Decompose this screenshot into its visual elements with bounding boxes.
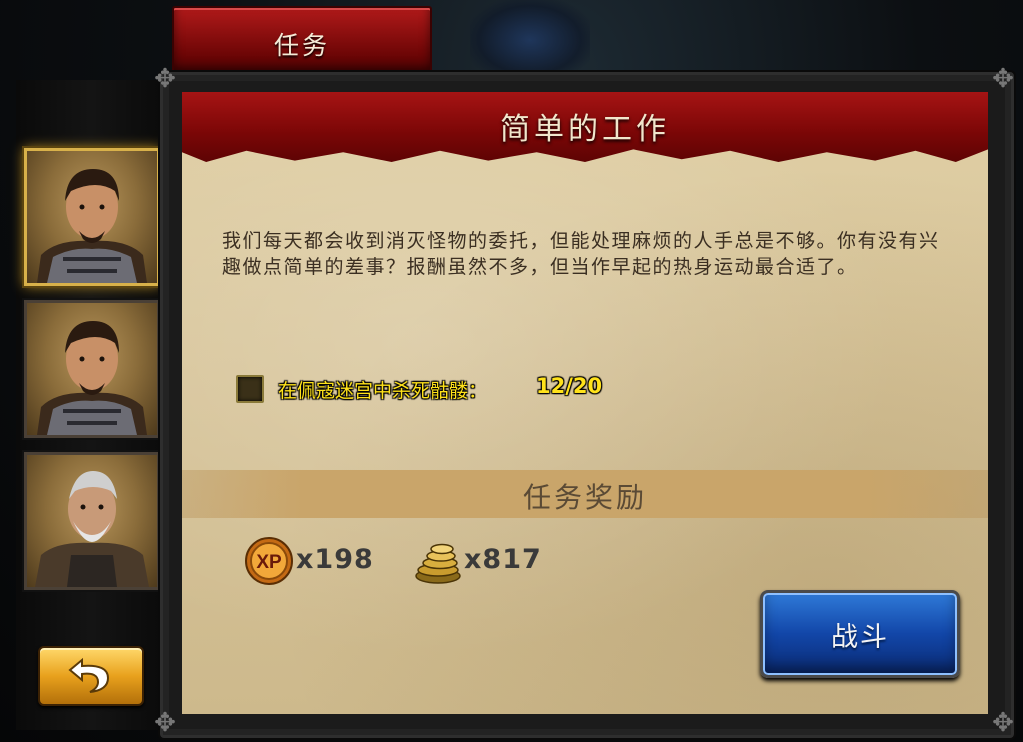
fight-button[interactable]: 战斗 <box>760 590 960 678</box>
xp-reward: XP x198 <box>244 536 373 585</box>
gold-reward: x817 <box>414 536 541 584</box>
npc-portrait-1[interactable] <box>24 148 160 286</box>
reward-title: 任务奖励 <box>522 481 647 514</box>
frame-corner-icon: ✥ <box>154 708 176 738</box>
fight-button-label: 战斗 <box>831 622 889 653</box>
objective-checkbox <box>236 375 264 403</box>
xp-value: x198 <box>296 544 374 575</box>
tab-quest-label: 任务 <box>273 31 330 60</box>
gold-value: x817 <box>464 544 542 575</box>
gold-coins-icon <box>415 543 461 584</box>
back-button[interactable] <box>38 646 144 706</box>
warrior-portrait-icon <box>37 321 147 435</box>
warrior-portrait-icon <box>37 169 147 283</box>
frame-corner-icon: ✥ <box>992 708 1014 738</box>
npc-portrait-2[interactable] <box>24 300 160 438</box>
return-arrow-icon <box>68 657 110 693</box>
tab-quest[interactable]: 任务 <box>172 6 432 74</box>
quest-title: 简单的工作 <box>500 112 670 147</box>
npc-portrait-3[interactable] <box>24 452 160 590</box>
quest-description: 我们每天都会收到消灭怪物的委托，但能处理麻烦的人手总是不够。你有没有兴趣做点简单… <box>222 230 940 278</box>
xp-icon: XP <box>245 537 293 585</box>
svg-text:XP: XP <box>256 552 282 573</box>
frame-corner-icon: ✥ <box>992 64 1014 94</box>
frame-corner-icon: ✥ <box>154 64 176 94</box>
objective-progress: 12/20 <box>536 374 603 398</box>
background-portal <box>470 0 590 80</box>
objective-text: 在佩寇迷宫中杀死骷髅： <box>278 380 488 402</box>
old-blacksmith-portrait-icon <box>35 471 149 587</box>
